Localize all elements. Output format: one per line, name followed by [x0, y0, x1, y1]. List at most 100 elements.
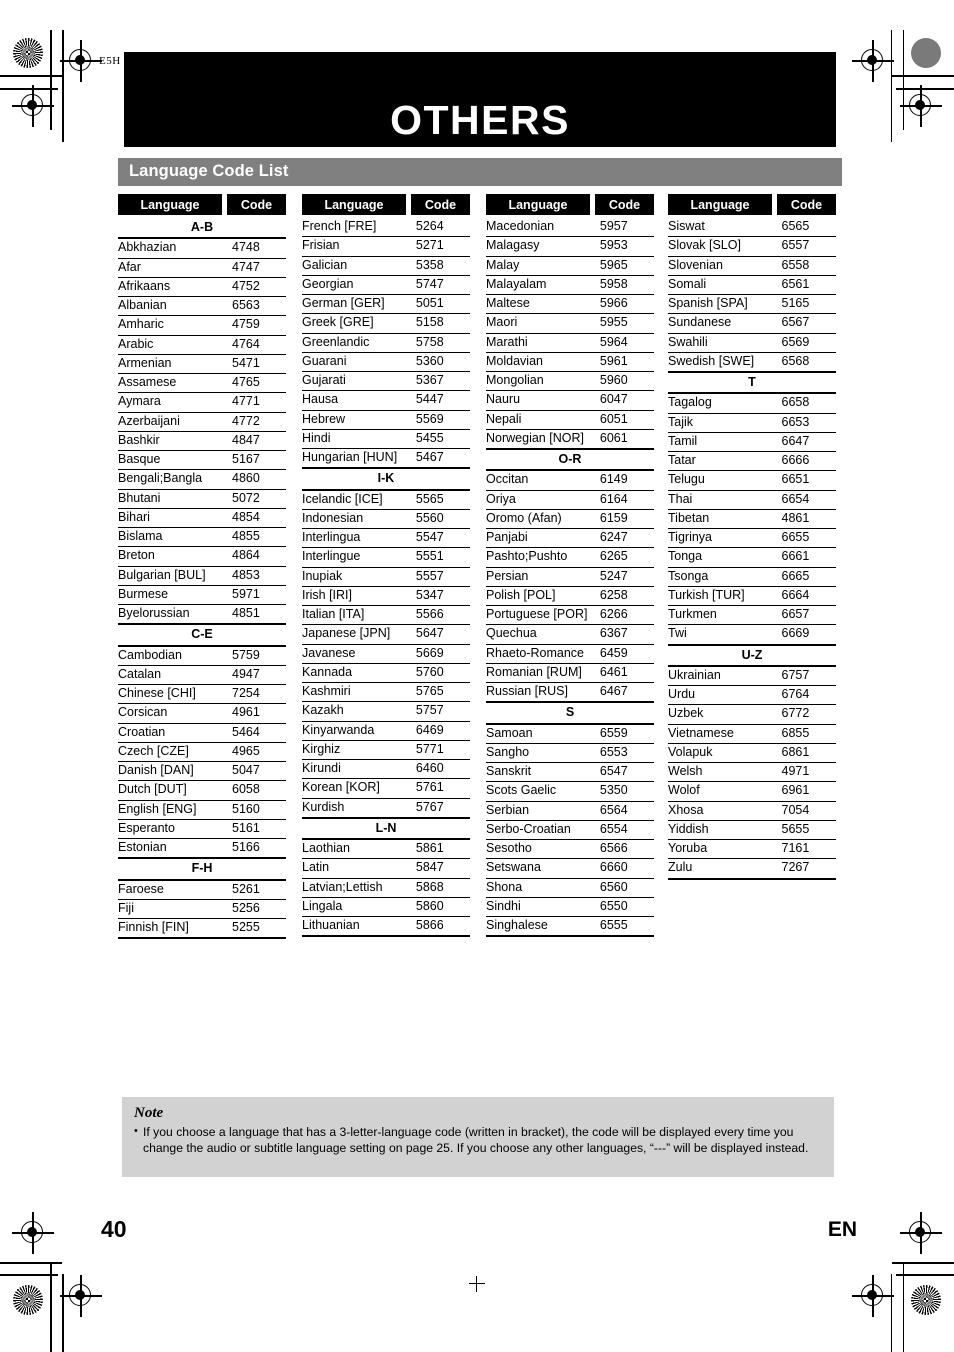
- group-heading: S: [486, 701, 654, 725]
- cell-code: 5547: [413, 528, 470, 549]
- cell-language: Mongolian: [486, 371, 598, 392]
- section-banner: Language Code List: [118, 158, 842, 186]
- cell-language: Bhutani: [118, 489, 230, 509]
- table-row: Hindi 5455: [302, 429, 470, 450]
- table-row: Setswana 6660: [486, 858, 654, 879]
- group-heading: I-K: [302, 467, 470, 491]
- cell-code: 5759: [230, 645, 286, 666]
- table-row: Tajik 6653: [668, 413, 836, 433]
- cell-code: 4861: [779, 509, 836, 530]
- cell-code: 6547: [597, 762, 654, 783]
- cell-code: 6561: [779, 275, 836, 296]
- cell-code: 6861: [779, 743, 836, 764]
- cell-code: 6560: [597, 878, 654, 898]
- cell-code: 6564: [597, 801, 654, 821]
- group-heading: T: [668, 370, 836, 395]
- cell-code: 6461: [597, 663, 654, 684]
- cell-language: Albanian: [118, 296, 230, 317]
- table-column-header: Language Code: [486, 194, 654, 215]
- cell-language: Greek [GRE]: [302, 313, 414, 334]
- cell-language: German [GER]: [302, 294, 414, 315]
- cell-code: 5957: [597, 218, 654, 238]
- cell-language: Panjabi: [486, 528, 598, 549]
- cell-code: 6855: [779, 724, 836, 744]
- cell-code: 5961: [597, 352, 654, 373]
- cell-code: 5868: [413, 878, 470, 898]
- cell-code: 4853: [230, 566, 286, 586]
- cell-code: 5471: [230, 354, 286, 375]
- cell-language: Azerbaijani: [118, 412, 230, 432]
- cell-language: Lingala: [302, 897, 414, 918]
- cell-code: 5360: [413, 352, 470, 373]
- cell-code: 5447: [413, 390, 470, 411]
- cell-code: 5964: [597, 333, 654, 353]
- table-row: Afrikaans 4752: [118, 277, 286, 298]
- table-row: Marathi 5964: [486, 333, 654, 353]
- cell-language: Arabic: [118, 335, 230, 355]
- cell-code: 5655: [779, 820, 836, 841]
- cell-language: Nepali: [486, 410, 598, 430]
- cell-code: 6661: [779, 547, 836, 568]
- cell-code: 5261: [230, 879, 286, 900]
- cell-language: Dutch [DUT]: [118, 780, 230, 801]
- cell-code: 6665: [779, 567, 836, 587]
- table-row: Bihari 4854: [118, 508, 286, 529]
- cell-language: Sundanese: [668, 313, 780, 334]
- cell-language: Corsican: [118, 703, 230, 724]
- cell-language: Burmese: [118, 585, 230, 606]
- cell-language: Hungarian [HUN]: [302, 448, 414, 469]
- table-row: Hebrew 5569: [302, 410, 470, 430]
- table-row: Bashkir 4847: [118, 431, 286, 452]
- table-row: Slovak [SLO] 6557: [668, 236, 836, 257]
- cell-language: Interlingua: [302, 528, 414, 549]
- cell-code: 6460: [413, 759, 470, 780]
- cell-language: Polish [POL]: [486, 586, 598, 607]
- table-row: Kurdish 5767: [302, 798, 470, 819]
- cell-language: Finnish [FIN]: [118, 918, 230, 940]
- cell-code: 6467: [597, 682, 654, 703]
- table-row: Portuguese [POR] 6266: [486, 605, 654, 626]
- cell-language: Byelorussian: [118, 604, 230, 625]
- header-language: Language: [668, 194, 772, 215]
- cell-language: Maori: [486, 313, 598, 334]
- cell-code: 5771: [413, 740, 470, 761]
- cell-language: Samoan: [486, 723, 598, 744]
- cell-code: 5557: [413, 567, 470, 587]
- table-row: Spanish [SPA] 5165: [668, 294, 836, 315]
- table-row: Burmese 5971: [118, 585, 286, 606]
- cell-language: Japanese [JPN]: [302, 624, 414, 645]
- cell-language: Guarani: [302, 352, 414, 373]
- cell-code: 6555: [597, 916, 654, 938]
- cell-code: 4772: [230, 412, 286, 432]
- cell-language: Interlingue: [302, 547, 414, 568]
- cell-language: Danish [DAN]: [118, 761, 230, 782]
- cell-language: Xhosa: [668, 801, 780, 821]
- table-row: Sundanese 6567: [668, 313, 836, 334]
- cell-language: Yiddish: [668, 820, 780, 841]
- cell-code: 5160: [230, 800, 286, 820]
- table-row: Fiji 5256: [118, 899, 286, 920]
- table-row: Serbian 6564: [486, 801, 654, 821]
- table-row: Malayalam 5958: [486, 275, 654, 296]
- cell-code: 6757: [779, 665, 836, 686]
- cell-language: Armenian: [118, 354, 230, 375]
- cell-code: 6459: [597, 644, 654, 664]
- cell-language: Malayalam: [486, 275, 598, 296]
- table-row: Kinyarwanda 6469: [302, 721, 470, 741]
- cell-code: 5569: [413, 410, 470, 430]
- table-row: Azerbaijani 4772: [118, 412, 286, 432]
- cell-code: 5847: [413, 858, 470, 879]
- table-row: Quechua 6367: [486, 624, 654, 645]
- cell-language: Tajik: [668, 413, 780, 433]
- cell-language: Frisian: [302, 236, 414, 257]
- cell-code: 6772: [779, 704, 836, 725]
- table-row: Sangho 6553: [486, 743, 654, 764]
- cell-language: Pashto;Pushto: [486, 547, 598, 568]
- header-language: Language: [302, 194, 406, 215]
- table-row: Bislama 4855: [118, 527, 286, 548]
- table-row: Guarani 5360: [302, 352, 470, 373]
- group-heading: C-E: [118, 623, 286, 647]
- cell-code: 6651: [779, 470, 836, 491]
- cell-code: 5256: [230, 899, 286, 920]
- table-row: Greenlandic 5758: [302, 333, 470, 353]
